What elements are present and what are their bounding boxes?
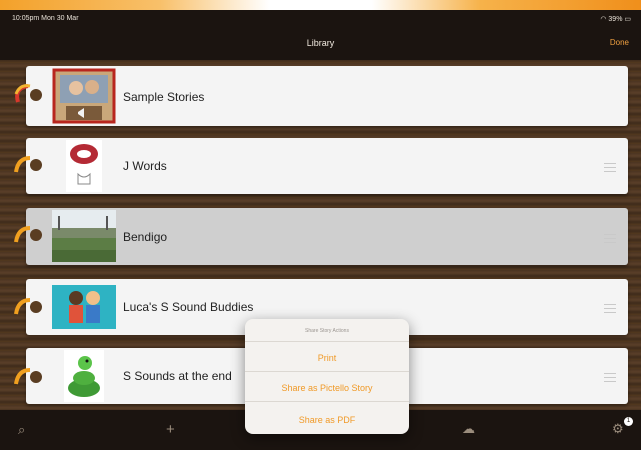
story-title: Sample Stories	[123, 90, 205, 104]
story-row-j-words[interactable]: J Words	[26, 138, 628, 194]
reorder-handle-icon[interactable]	[604, 163, 616, 172]
status-time: 10:05pm Mon 30 Mar	[12, 15, 79, 22]
status-bar: 10:05pm Mon 30 Mar ◠ 39% ▭	[0, 10, 641, 28]
divider	[245, 371, 409, 372]
reorder-handle-icon[interactable]	[604, 234, 616, 243]
reorder-handle-icon[interactable]	[604, 373, 616, 382]
top-edge-glow	[0, 0, 641, 10]
story-title: Bendigo	[123, 230, 168, 244]
story-title: Luca's S Sound Buddies	[123, 300, 254, 314]
binder-ring-icon	[14, 84, 42, 103]
story-thumbnail	[52, 285, 116, 329]
story-thumbnail	[52, 138, 116, 194]
page-title: Library	[306, 38, 335, 48]
reorder-handle-icon[interactable]	[604, 304, 616, 313]
share-as-pictello-story-button[interactable]: Share as Pictello Story	[245, 383, 409, 393]
share-actions-popover: Share Story Actions Print Share as Picte…	[245, 319, 409, 434]
story-thumbnail	[52, 210, 116, 266]
nav-bar: Library Done	[0, 28, 641, 60]
story-row-bendigo[interactable]: Bendigo	[26, 208, 628, 265]
battery-percent: 39%	[608, 16, 623, 23]
story-thumbnail	[52, 348, 116, 404]
search-icon[interactable]: ⌕	[18, 422, 25, 438]
popover-header: Share Story Actions	[305, 328, 349, 334]
wifi-icon: ◠	[600, 16, 607, 23]
divider	[245, 401, 409, 402]
notification-badge: 1	[624, 417, 633, 426]
settings-icon[interactable]: ⚙	[612, 421, 624, 437]
binder-ring-icon	[14, 368, 42, 385]
print-button[interactable]: Print	[245, 353, 409, 363]
story-title: J Words	[123, 159, 167, 173]
binder-ring-icon	[14, 298, 42, 315]
add-icon[interactable]: +	[166, 421, 175, 438]
divider	[245, 341, 409, 342]
story-title: S Sounds at the end	[123, 369, 232, 383]
done-button[interactable]: Done	[610, 38, 629, 47]
cloud-upload-icon[interactable]: ☁	[462, 421, 475, 437]
story-row-sample-stories[interactable]: Sample Stories	[26, 66, 628, 126]
story-thumbnail	[52, 68, 116, 124]
ipad-screen: 10:05pm Mon 30 Mar ◠ 39% ▭ Library Done …	[0, 0, 641, 450]
binder-ring-icon	[14, 226, 42, 243]
share-as-pdf-button[interactable]: Share as PDF	[245, 415, 409, 425]
binder-ring-icon	[14, 156, 42, 173]
status-right: ◠ 39% ▭	[600, 15, 631, 23]
battery-icon: ▭	[624, 16, 631, 23]
